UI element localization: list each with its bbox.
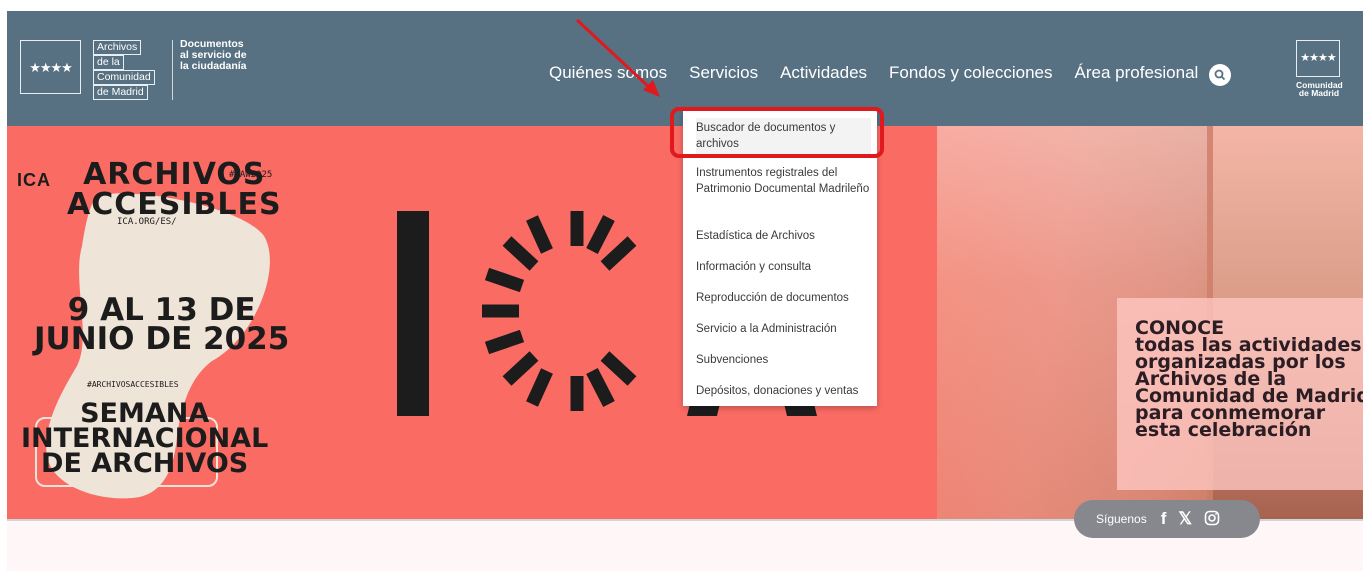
madrid-flag-logo[interactable]: ★★★★ — [20, 40, 81, 94]
hero-week-line: DE ARCHIVOS — [41, 448, 249, 479]
hashtag-archivos: #ARCHIVOSACCESIBLES — [87, 380, 179, 389]
archivos-logo[interactable]: Archivos de la Comunidad de Madrid — [93, 40, 163, 100]
instagram-icon[interactable] — [1204, 509, 1220, 529]
hashtag-iaw: #IAW2025 — [229, 170, 273, 180]
page: ★★★★ Archivos de la Comunidad de Madrid … — [0, 0, 1363, 571]
social-bar: Síguenos f 𝕏 — [1074, 500, 1260, 538]
dropdown-item-reproduccion[interactable]: Reproducción de documentos — [696, 290, 871, 306]
social-label: Síguenos — [1096, 512, 1147, 526]
tagline-line: la ciudadanía — [180, 60, 247, 72]
cm-flag: ★★★★ — [1296, 40, 1340, 77]
logo-divider — [172, 40, 173, 100]
promo-line: esta celebración — [1135, 419, 1312, 441]
promo-text: CONOCE todas las actividades organizadas… — [1135, 319, 1363, 441]
nav-quienes-somos[interactable]: Quiénes somos — [549, 63, 667, 83]
x-icon[interactable]: 𝕏 — [1178, 509, 1192, 529]
facebook-icon[interactable]: f — [1161, 509, 1167, 529]
archive-logo-line: Archivos — [93, 40, 142, 55]
hero-dates-line: JUNIO DE 2025 — [34, 321, 290, 357]
nav-area-profesional[interactable]: Área profesional — [1075, 63, 1199, 83]
nav-fondos-colecciones[interactable]: Fondos y colecciones — [889, 63, 1052, 83]
ica-url: ICA.ORG/ES/ — [117, 217, 177, 227]
cm-name-line: de Madrid — [1298, 88, 1340, 98]
highlight-box — [670, 107, 884, 158]
hero-dates: 9 AL 13 DE JUNIO DE 2025 — [34, 295, 290, 357]
cm-name: Comunidad de Madrid — [1296, 81, 1343, 98]
site-tagline: Documentos al servicio de la ciudadanía — [180, 39, 280, 72]
hero-title-line: ACCESIBLES — [67, 187, 282, 222]
hero-title: ARCHIVOS ACCESIBLES — [67, 160, 282, 220]
nav-actividades[interactable]: Actividades — [780, 63, 867, 83]
comunidad-madrid-logo[interactable]: ★★★★ Comunidad de Madrid — [1296, 40, 1343, 98]
hero-week-title: SEMANA INTERNACIONAL DE ARCHIVOS — [21, 400, 268, 479]
archive-logo-line: de Madrid — [93, 85, 148, 100]
dropdown-item-servicio-administracion[interactable]: Servicio a la Administración — [696, 321, 871, 337]
nav-servicios[interactable]: Servicios — [689, 63, 758, 83]
dropdown-item-depositos[interactable]: Depósitos, donaciones y ventas — [696, 383, 871, 399]
main-nav: Quiénes somos Servicios Actividades Fond… — [549, 63, 1220, 83]
dropdown-item-subvenciones[interactable]: Subvenciones — [696, 352, 871, 368]
dropdown-item-instrumentos[interactable]: Instrumentos registrales del Patrimonio … — [696, 165, 871, 197]
archive-logo-line: Comunidad — [93, 70, 155, 85]
ica-mark: ICA — [17, 170, 51, 190]
archive-logo-line: de la — [93, 55, 124, 70]
dropdown-item-estadistica[interactable]: Estadística de Archivos — [696, 228, 871, 244]
dropdown-item-informacion[interactable]: Información y consulta — [696, 259, 871, 275]
search-icon[interactable] — [1209, 64, 1231, 86]
promo-box[interactable]: CONOCE todas las actividades organizadas… — [1117, 298, 1363, 490]
